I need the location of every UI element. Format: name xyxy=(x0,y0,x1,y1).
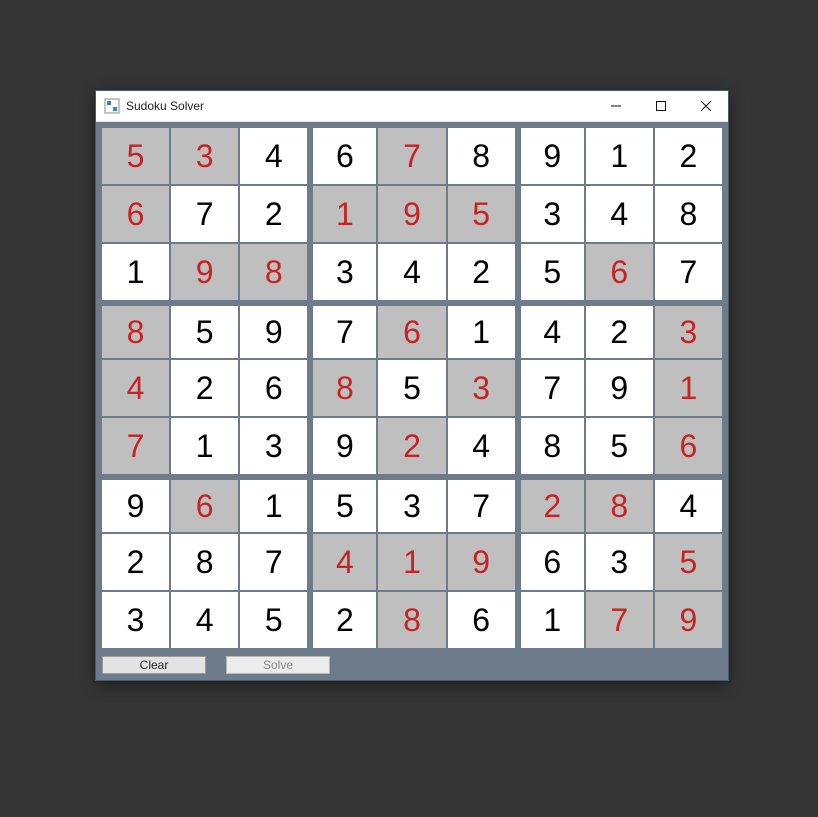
app-window: Sudoku Solver 53467891267219534819834256… xyxy=(95,90,729,681)
cell-r2-c5[interactable]: 2 xyxy=(448,244,515,300)
cell-r2-c0[interactable]: 1 xyxy=(102,244,169,300)
cell-r0-c8[interactable]: 2 xyxy=(655,128,722,184)
cell-r5-c0[interactable]: 7 xyxy=(102,418,169,474)
close-button[interactable] xyxy=(683,91,728,121)
cell-r2-c2[interactable]: 8 xyxy=(240,244,307,300)
cell-r8-c5[interactable]: 6 xyxy=(448,592,515,648)
cell-r8-c6[interactable]: 1 xyxy=(521,592,584,648)
cell-r4-c4[interactable]: 5 xyxy=(378,360,445,416)
cell-r0-c2[interactable]: 4 xyxy=(240,128,307,184)
cell-r3-c3[interactable]: 7 xyxy=(313,306,376,358)
cell-r6-c6[interactable]: 2 xyxy=(521,480,584,532)
cell-r3-c6[interactable]: 4 xyxy=(521,306,584,358)
cell-r3-c7[interactable]: 2 xyxy=(586,306,653,358)
cell-r7-c3[interactable]: 4 xyxy=(313,534,376,590)
cell-r1-c0[interactable]: 6 xyxy=(102,186,169,242)
cell-r4-c6[interactable]: 7 xyxy=(521,360,584,416)
cell-r6-c8[interactable]: 4 xyxy=(655,480,722,532)
cell-r7-c4[interactable]: 1 xyxy=(378,534,445,590)
cell-r0-c6[interactable]: 9 xyxy=(521,128,584,184)
button-row: Clear Solve xyxy=(96,654,728,680)
cell-r2-c1[interactable]: 9 xyxy=(171,244,238,300)
cell-r1-c5[interactable]: 5 xyxy=(448,186,515,242)
cell-r0-c5[interactable]: 8 xyxy=(448,128,515,184)
cell-r4-c3[interactable]: 8 xyxy=(313,360,376,416)
cell-r2-c8[interactable]: 7 xyxy=(655,244,722,300)
cell-r6-c4[interactable]: 3 xyxy=(378,480,445,532)
cell-r0-c3[interactable]: 6 xyxy=(313,128,376,184)
cell-r8-c4[interactable]: 8 xyxy=(378,592,445,648)
cell-r4-c5[interactable]: 3 xyxy=(448,360,515,416)
cell-r6-c0[interactable]: 9 xyxy=(102,480,169,532)
cell-r8-c3[interactable]: 2 xyxy=(313,592,376,648)
cell-r2-c3[interactable]: 3 xyxy=(313,244,376,300)
cell-r6-c5[interactable]: 7 xyxy=(448,480,515,532)
cell-r1-c3[interactable]: 1 xyxy=(313,186,376,242)
cell-r1-c7[interactable]: 4 xyxy=(586,186,653,242)
cell-r6-c2[interactable]: 1 xyxy=(240,480,307,532)
cell-r4-c2[interactable]: 6 xyxy=(240,360,307,416)
cell-r1-c1[interactable]: 7 xyxy=(171,186,238,242)
cell-r3-c4[interactable]: 6 xyxy=(378,306,445,358)
cell-r1-c6[interactable]: 3 xyxy=(521,186,584,242)
cell-r7-c7[interactable]: 3 xyxy=(586,534,653,590)
cell-r6-c3[interactable]: 5 xyxy=(313,480,376,532)
cell-r7-c6[interactable]: 6 xyxy=(521,534,584,590)
cell-r5-c2[interactable]: 3 xyxy=(240,418,307,474)
cell-r7-c2[interactable]: 7 xyxy=(240,534,307,590)
sudoku-board: 5346789126721953481983425678597614234268… xyxy=(102,128,722,648)
cell-r3-c0[interactable]: 8 xyxy=(102,306,169,358)
cell-r8-c8[interactable]: 9 xyxy=(655,592,722,648)
cell-r1-c4[interactable]: 9 xyxy=(378,186,445,242)
cell-r2-c7[interactable]: 6 xyxy=(586,244,653,300)
maximize-button[interactable] xyxy=(638,91,683,121)
cell-r3-c1[interactable]: 5 xyxy=(171,306,238,358)
clear-button[interactable]: Clear xyxy=(102,656,206,674)
cell-r7-c8[interactable]: 5 xyxy=(655,534,722,590)
cell-r5-c5[interactable]: 4 xyxy=(448,418,515,474)
cell-r3-c8[interactable]: 3 xyxy=(655,306,722,358)
cell-r7-c5[interactable]: 9 xyxy=(448,534,515,590)
cell-r4-c7[interactable]: 9 xyxy=(586,360,653,416)
solve-button[interactable]: Solve xyxy=(226,656,330,674)
cell-r5-c7[interactable]: 5 xyxy=(586,418,653,474)
cell-r5-c6[interactable]: 8 xyxy=(521,418,584,474)
cell-r8-c1[interactable]: 4 xyxy=(171,592,238,648)
cell-r8-c7[interactable]: 7 xyxy=(586,592,653,648)
cell-r1-c8[interactable]: 8 xyxy=(655,186,722,242)
cell-r8-c0[interactable]: 3 xyxy=(102,592,169,648)
sudoku-board-wrap: 5346789126721953481983425678597614234268… xyxy=(96,122,728,654)
cell-r8-c2[interactable]: 5 xyxy=(240,592,307,648)
cell-r0-c0[interactable]: 5 xyxy=(102,128,169,184)
titlebar[interactable]: Sudoku Solver xyxy=(96,91,728,122)
window-title: Sudoku Solver xyxy=(126,99,204,113)
cell-r0-c4[interactable]: 7 xyxy=(378,128,445,184)
cell-r6-c1[interactable]: 6 xyxy=(171,480,238,532)
cell-r3-c5[interactable]: 1 xyxy=(448,306,515,358)
minimize-button[interactable] xyxy=(593,91,638,121)
cell-r5-c3[interactable]: 9 xyxy=(313,418,376,474)
cell-r1-c2[interactable]: 2 xyxy=(240,186,307,242)
cell-r3-c2[interactable]: 9 xyxy=(240,306,307,358)
cell-r6-c7[interactable]: 8 xyxy=(586,480,653,532)
cell-r2-c6[interactable]: 5 xyxy=(521,244,584,300)
cell-r0-c1[interactable]: 3 xyxy=(171,128,238,184)
cell-r2-c4[interactable]: 4 xyxy=(378,244,445,300)
cell-r5-c8[interactable]: 6 xyxy=(655,418,722,474)
cell-r5-c1[interactable]: 1 xyxy=(171,418,238,474)
cell-r0-c7[interactable]: 1 xyxy=(586,128,653,184)
cell-r4-c8[interactable]: 1 xyxy=(655,360,722,416)
app-icon xyxy=(104,98,120,114)
cell-r4-c0[interactable]: 4 xyxy=(102,360,169,416)
cell-r7-c1[interactable]: 8 xyxy=(171,534,238,590)
cell-r5-c4[interactable]: 2 xyxy=(378,418,445,474)
cell-r4-c1[interactable]: 2 xyxy=(171,360,238,416)
cell-r7-c0[interactable]: 2 xyxy=(102,534,169,590)
